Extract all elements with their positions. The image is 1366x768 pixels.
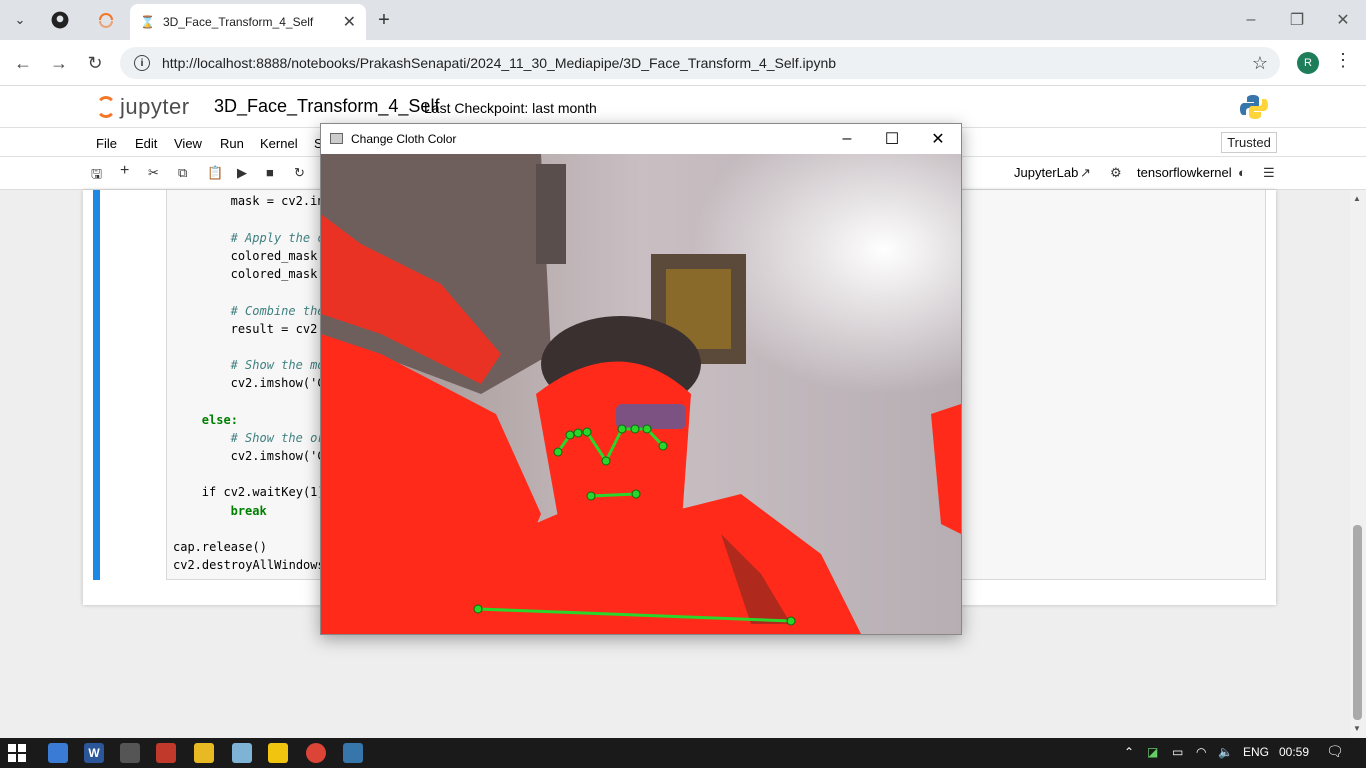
word-icon[interactable]: W	[84, 743, 104, 763]
menu-kernel[interactable]: Kernel	[260, 136, 298, 151]
debugger-icon[interactable]: ⚙	[1110, 165, 1122, 181]
url-text: http://localhost:8888/notebooks/PrakashS…	[162, 55, 837, 71]
code-line: result = cv2.	[230, 322, 325, 336]
notification-icon[interactable]: 🗨	[1326, 743, 1344, 760]
active-tab-title: 3D_Face_Transform_4_Self	[162, 15, 314, 29]
code-line: # Show the or	[230, 431, 325, 445]
tray-app-icon[interactable]: ◪	[1147, 745, 1158, 759]
copy-icon[interactable]: ⧉	[178, 165, 187, 181]
webcam-image	[321, 154, 961, 634]
stop-icon[interactable]: ■	[266, 165, 274, 180]
minimize-icon[interactable]: –	[1228, 8, 1274, 32]
app-icon-3[interactable]	[120, 743, 140, 763]
jupyter-logo-text: jupyter	[120, 94, 190, 119]
save-icon[interactable]: 🖫	[91, 165, 102, 187]
add-cell-icon[interactable]: +	[120, 162, 129, 180]
cv-close-icon[interactable]: ✕	[918, 127, 958, 151]
github-tab-icon[interactable]	[46, 6, 74, 34]
browser-menu-icon[interactable]: ⋮	[1334, 50, 1352, 71]
jupyter-logo[interactable]: jupyter	[96, 94, 190, 120]
reload-icon[interactable]: ↻	[82, 50, 108, 76]
notepad-icon[interactable]	[232, 743, 252, 763]
chrome-icon[interactable]	[306, 743, 326, 763]
code-line: # Show the mo	[230, 358, 325, 372]
new-tab-button[interactable]: +	[370, 6, 398, 34]
code-line: cv2.imshow('C	[230, 376, 325, 390]
cv-minimize-icon[interactable]: –	[827, 127, 867, 151]
scroll-up-icon[interactable]: ▲	[1353, 194, 1361, 203]
code-line: cv2.imshow('C	[230, 449, 325, 463]
active-tab[interactable]: ⌛ 3D_Face_Transform_4_Self ✕	[130, 4, 366, 40]
external-link-icon[interactable]: ↗	[1080, 165, 1091, 181]
app-icon-4[interactable]	[156, 743, 176, 763]
windows-taskbar: W ⌃ ◪ ▭ ◠ 🔈 ENG 00:59 🗨	[0, 738, 1366, 768]
code-line: # Combine the	[230, 304, 325, 318]
wifi-icon[interactable]: ◠	[1196, 745, 1206, 759]
code-line: break	[230, 504, 267, 518]
close-tab-icon[interactable]: ✕	[343, 12, 356, 32]
python-logo-icon	[1240, 95, 1268, 119]
trusted-badge[interactable]: Trusted	[1221, 132, 1277, 153]
tray-expand-icon[interactable]: ⌃	[1124, 745, 1134, 759]
jupyter-header: jupyter 3D_Face_Transform_4_Self Last Ch…	[0, 86, 1366, 128]
profile-avatar[interactable]: R	[1297, 52, 1319, 74]
opencv-window[interactable]: Change Cloth Color – ☐ ✕	[320, 123, 962, 635]
menu-edit[interactable]: Edit	[135, 136, 157, 151]
site-info-icon[interactable]: i	[134, 55, 150, 71]
restore-icon[interactable]: ❐	[1274, 8, 1320, 32]
browser-tab-strip: ⌄ ⌛ 3D_Face_Transform_4_Self ✕ + – ❐ ✕	[0, 0, 1366, 40]
code-line: mask = cv2.in	[230, 194, 325, 208]
back-icon[interactable]: ←	[10, 50, 36, 76]
file-explorer-icon[interactable]	[194, 743, 214, 763]
code-line: else:	[201, 413, 238, 427]
code-line: cap.release()	[173, 540, 267, 554]
clock[interactable]: 00:59	[1279, 745, 1309, 759]
kernel-status-icon: ◐	[1238, 165, 1246, 180]
code-line: cv2.destroyAllWindows	[173, 558, 325, 572]
bookmark-star-icon[interactable]: ☆	[1252, 53, 1268, 74]
webcam-frame	[321, 154, 961, 634]
scroll-down-icon[interactable]: ▼	[1353, 724, 1361, 733]
volume-icon[interactable]: 🔈	[1218, 745, 1233, 759]
code-line: colored_mask	[230, 249, 318, 263]
close-window-icon[interactable]: ✕	[1320, 8, 1366, 32]
kernel-name[interactable]: tensorflowkernel	[1137, 165, 1232, 180]
jupyter-tab-icon[interactable]	[92, 6, 120, 34]
menu-run[interactable]: Run	[220, 136, 244, 151]
paste-icon[interactable]: 📋	[207, 165, 223, 181]
scrollbar-thumb[interactable]	[1353, 525, 1362, 720]
battery-icon[interactable]: ▭	[1172, 745, 1183, 759]
python-taskbar-icon[interactable]	[343, 743, 363, 763]
run-icon[interactable]: ▶	[237, 165, 247, 181]
checkpoint-status: Last Checkpoint: last month	[424, 100, 597, 116]
code-line: colored_mask[	[230, 267, 325, 281]
jupyter-logo-icon	[96, 96, 116, 118]
code-line: # Apply the c	[230, 231, 325, 245]
menu-file[interactable]: File	[96, 136, 117, 151]
command-palette-icon[interactable]: ☰	[1263, 165, 1275, 181]
hourglass-icon: ⌛	[140, 15, 155, 29]
windows-start-icon[interactable]	[8, 744, 26, 762]
cv-maximize-icon[interactable]: ☐	[872, 127, 912, 151]
address-bar[interactable]: i http://localhost:8888/notebooks/Prakas…	[120, 47, 1280, 79]
forward-icon[interactable]: →	[46, 50, 72, 76]
opencv-window-title: Change Cloth Color	[351, 132, 457, 146]
language-indicator[interactable]: ENG	[1243, 745, 1269, 759]
selected-cell-indicator	[93, 190, 100, 580]
page-scrollbar[interactable]: ▲ ▼	[1350, 190, 1366, 738]
jupyterlab-link[interactable]: JupyterLab	[1014, 165, 1078, 180]
notebook-title[interactable]: 3D_Face_Transform_4_Self	[214, 96, 439, 117]
app-icon-1[interactable]	[48, 743, 68, 763]
restart-icon[interactable]: ↻	[294, 165, 305, 181]
menu-view[interactable]: View	[174, 136, 202, 151]
opencv-app-icon	[330, 133, 343, 144]
browser-toolbar: ← → ↻ i http://localhost:8888/notebooks/…	[0, 40, 1366, 86]
app-icon-7[interactable]	[268, 743, 288, 763]
code-line: if cv2.waitKey(1)	[201, 485, 325, 499]
cut-icon[interactable]: ✂	[148, 165, 159, 181]
tab-search-dropdown-icon[interactable]: ⌄	[6, 6, 34, 34]
